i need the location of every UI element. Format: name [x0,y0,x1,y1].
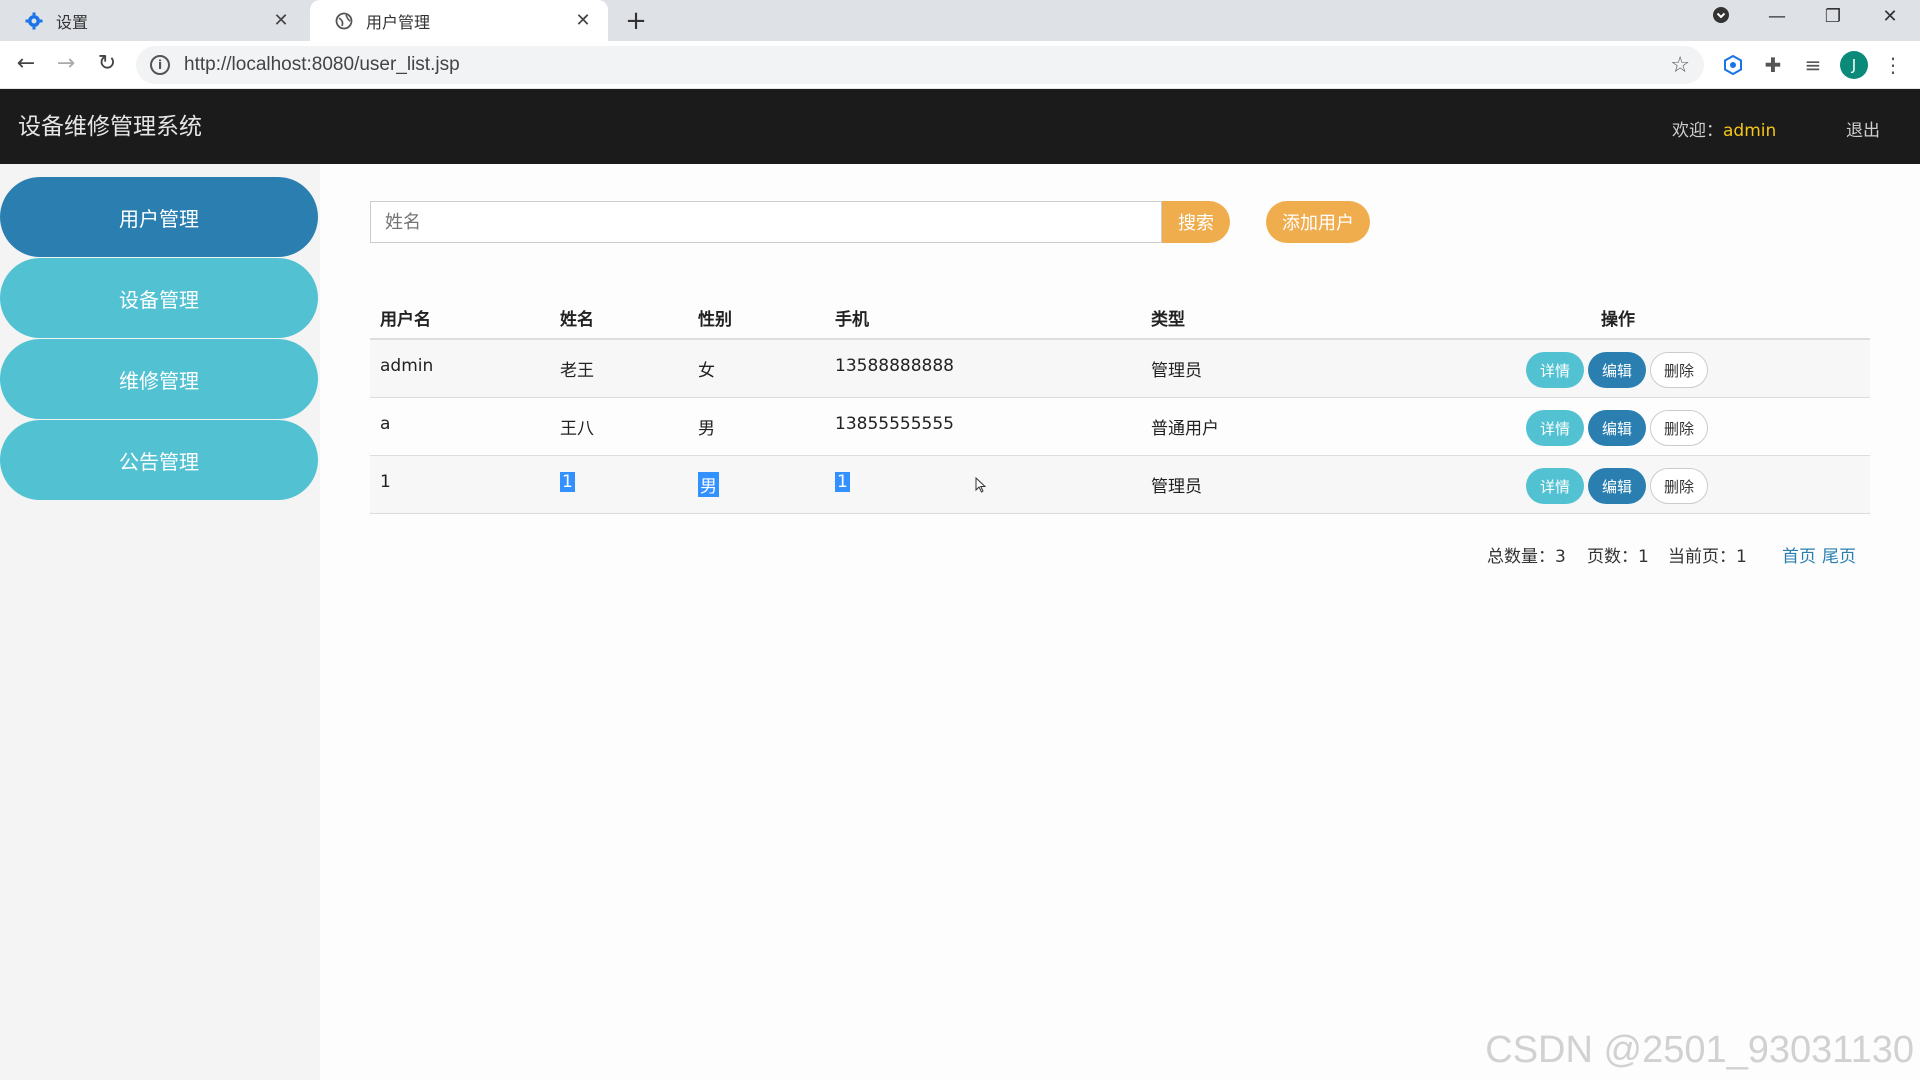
cell-username: admin [380,356,434,376]
cell-gender: 女 [698,361,715,381]
pager-current: 当前页：1 [1668,547,1747,567]
watermark: CSDN @2501_93031130 [1485,1029,1914,1071]
delete-button[interactable]: 删除 [1650,410,1708,446]
tab-label: 用户管理 [366,12,431,32]
column-header-gender: 性别 [698,310,732,330]
edit-button[interactable]: 编辑 [1588,468,1646,504]
browser-tab-strip: 设置 ✕ 用户管理 ✕ + — ❐ ✕ [0,0,1920,41]
cell-username: a [380,414,391,434]
edit-button[interactable]: 编辑 [1588,410,1646,446]
reload-icon[interactable]: ↻ [93,51,121,76]
mouse-cursor-icon [975,476,987,497]
column-header-username: 用户名 [380,310,431,330]
close-icon[interactable]: ✕ [572,10,594,31]
column-header-type: 类型 [1151,310,1185,330]
pager-last-link[interactable]: 尾页 [1822,542,1856,567]
detail-button[interactable]: 详情 [1526,410,1584,446]
cell-name: 1 [560,472,575,492]
cell-type: 管理员 [1151,361,1202,381]
app-header: 设备维修管理系统 欢迎：admin 退出 [0,89,1920,164]
column-header-name: 姓名 [560,310,594,330]
cell-phone: 13588888888 [835,356,954,376]
profile-avatar[interactable]: J [1840,51,1868,79]
tab-search-icon[interactable] [1706,6,1736,29]
gear-icon [24,11,44,31]
forward-icon[interactable]: → [52,51,80,76]
app-title: 设备维修管理系统 [18,114,202,140]
pager-pages: 页数：1 [1587,547,1649,567]
tab-label: 设置 [56,12,89,32]
cell-type: 管理员 [1151,477,1202,497]
bookmark-star-icon[interactable]: ☆ [1670,53,1690,78]
add-user-button[interactable]: 添加用户 [1266,201,1370,243]
row-actions: 详情 编辑 删除 [1526,468,1708,504]
table-row: a 王八 男 13855555555 普通用户 详情 编辑 删除 [370,398,1870,456]
tab-settings[interactable]: 设置 ✕ [0,0,306,41]
search-button[interactable]: 搜索 [1162,201,1230,243]
browser-toolbar: ← → ↻ i http://localhost:8080/user_list.… [0,41,1920,89]
row-actions: 详情 编辑 删除 [1526,352,1708,388]
current-username: admin [1723,121,1777,141]
reading-list-icon[interactable]: ≡ [1798,50,1828,80]
column-header-actions: 操作 [1601,310,1635,330]
sidebar: 用户管理 设备管理 维修管理 公告管理 [0,164,320,1080]
sidebar-item-user-management[interactable]: 用户管理 [0,177,318,257]
browser-menu-icon[interactable]: ⋮ [1878,50,1908,80]
sidebar-item-device-management[interactable]: 设备管理 [0,258,318,338]
cell-name: 王八 [560,419,594,439]
pager-first-link[interactable]: 首页 [1782,542,1816,567]
delete-button[interactable]: 删除 [1650,352,1708,388]
extensions-puzzle-icon[interactable]: ✚ [1758,50,1788,80]
cell-phone: 13855555555 [835,414,954,434]
cell-phone: 1 [835,472,850,492]
window-close-icon[interactable]: ✕ [1875,6,1905,27]
restore-icon[interactable]: ❐ [1818,6,1848,27]
column-header-phone: 手机 [835,310,869,330]
site-info-icon[interactable]: i [150,55,170,75]
back-icon[interactable]: ← [12,51,40,76]
close-icon[interactable]: ✕ [270,10,292,31]
url-text: http://localhost:8080/user_list.jsp [184,54,460,75]
globe-icon [334,11,354,31]
table-row: 1 1 男 1 管理员 详情 编辑 删除 [370,456,1870,514]
name-search-input[interactable] [370,201,1162,243]
extension-hex-icon[interactable] [1718,50,1748,80]
logout-link[interactable]: 退出 [1846,116,1880,141]
cell-type: 普通用户 [1151,419,1219,439]
user-table: 用户名 姓名 性别 手机 类型 操作 admin 老王 女 1358888888… [370,296,1870,514]
pager-total: 总数量：3 [1487,547,1566,567]
welcome-prefix: 欢迎： [1672,121,1723,141]
cell-username: 1 [380,472,391,492]
delete-button[interactable]: 删除 [1650,468,1708,504]
table-header: 用户名 姓名 性别 手机 类型 操作 [370,296,1870,340]
new-tab-icon[interactable]: + [622,6,650,36]
table-row: admin 老王 女 13588888888 管理员 详情 编辑 删除 [370,340,1870,398]
cell-gender: 男 [698,472,719,497]
sidebar-item-repair-management[interactable]: 维修管理 [0,339,318,419]
sidebar-item-notice-management[interactable]: 公告管理 [0,420,318,500]
minimize-icon[interactable]: — [1762,6,1792,27]
cell-name: 老王 [560,361,594,381]
cell-gender: 男 [698,419,715,439]
edit-button[interactable]: 编辑 [1588,352,1646,388]
detail-button[interactable]: 详情 [1526,468,1584,504]
tab-user-management[interactable]: 用户管理 ✕ [310,0,608,41]
welcome-text: 欢迎：admin [1672,116,1776,141]
address-bar[interactable]: i http://localhost:8080/user_list.jsp ☆ [136,46,1704,84]
row-actions: 详情 编辑 删除 [1526,410,1708,446]
detail-button[interactable]: 详情 [1526,352,1584,388]
